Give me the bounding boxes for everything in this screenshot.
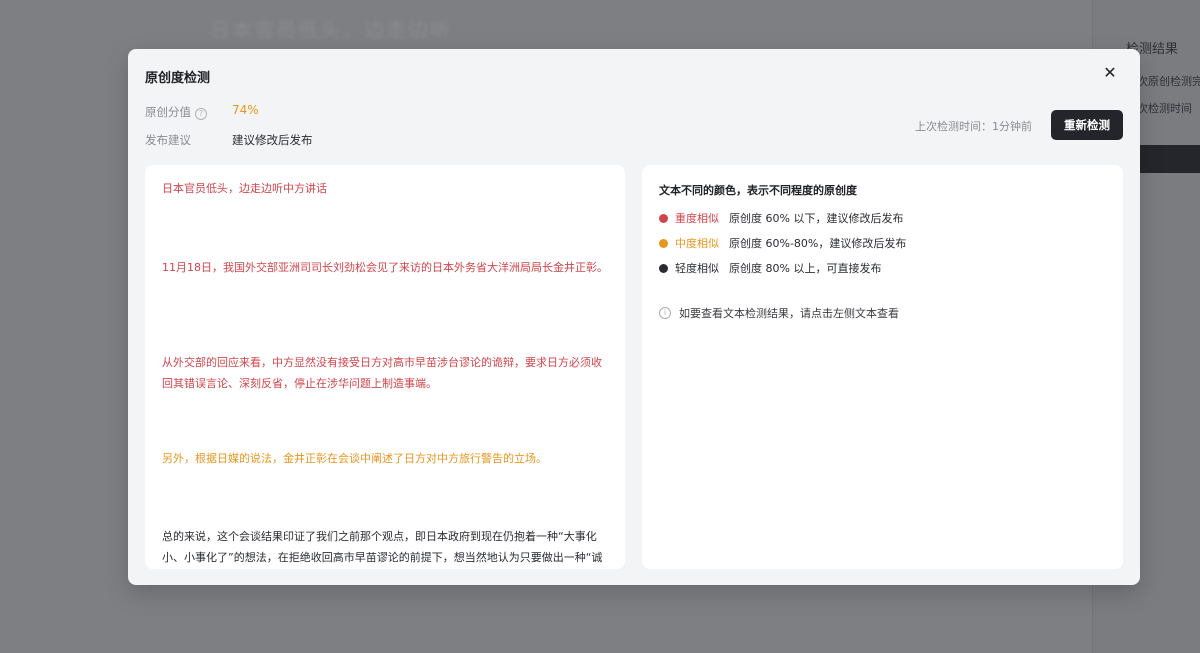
- legend-item-desc: 原创度 60% 以下，建议修改后发布: [729, 212, 904, 225]
- orange-dot-icon: [659, 238, 668, 248]
- advice-label: 发布建议: [145, 133, 191, 147]
- article-paragraph[interactable]: 从外交部的回应来看，中方显然没有接受日方对高市早苗涉台谬论的诡辩，要求日方必须收…: [162, 352, 608, 394]
- article-paragraph[interactable]: 另外，根据日媒的说法，金井正彰在会谈中阐述了日方对中方旅行警告的立场。: [162, 448, 608, 469]
- red-dot-icon: [659, 213, 668, 223]
- score-value: 74%: [232, 103, 259, 117]
- legend-item-mid: 中度相似 原创度 60%-80%，建议修改后发布: [659, 235, 906, 251]
- originality-check-modal: 原创度检测 ✕ 原创分值? 74% 发布建议 建议修改后发布 上次检测时间：1分…: [128, 49, 1140, 585]
- background-result-line: 次检测时间: [1137, 102, 1192, 115]
- legend-item-desc: 原创度 80% 以上，可直接发布: [729, 262, 882, 275]
- background-result-line: 次原创检测完: [1137, 75, 1200, 88]
- legend-item-light: 轻度相似 原创度 80% 以上，可直接发布: [659, 260, 881, 276]
- info-hint: i 如要查看文本检测结果，请点击左侧文本查看: [659, 305, 899, 321]
- advice-value: 建议修改后发布: [232, 133, 313, 147]
- legend-item-name: 中度相似: [675, 237, 719, 250]
- article-paragraph[interactable]: 日本官员低头，边走边听中方讲话: [162, 178, 608, 199]
- modal-title: 原创度检测: [145, 71, 211, 86]
- background-dark-bar: [1137, 145, 1200, 173]
- article-paragraph[interactable]: 总的来说，这个会谈结果印证了我们之前那个观点，即日本政府到现在仍抱着一种“大事化…: [162, 526, 608, 569]
- black-dot-icon: [659, 263, 668, 273]
- article-paragraph[interactable]: 11月18日，我国外交部亚洲司司长刘劲松会见了来访的日本外务省大洋洲局局长金井正…: [162, 257, 608, 278]
- last-check-time: 上次检测时间：1分钟前: [915, 120, 1032, 133]
- legend-title: 文本不同的颜色，表示不同程度的原创度: [659, 184, 857, 197]
- close-icon: ✕: [1103, 63, 1117, 82]
- score-label-row: 原创分值?: [145, 104, 207, 120]
- legend-item-desc: 原创度 60%-80%，建议修改后发布: [729, 237, 907, 250]
- help-icon[interactable]: ?: [195, 108, 207, 120]
- score-label: 原创分值: [145, 105, 191, 119]
- close-button[interactable]: ✕: [1101, 64, 1119, 82]
- legend-panel: 文本不同的颜色，表示不同程度的原创度 重度相似 原创度 60% 以下，建议修改后…: [642, 165, 1123, 569]
- article-text-panel[interactable]: 日本官员低头，边走边听中方讲话 11月18日，我国外交部亚洲司司长刘劲松会见了来…: [145, 165, 625, 569]
- info-icon: i: [659, 307, 671, 319]
- legend-item-name: 轻度相似: [675, 262, 719, 275]
- background-heading: 日本官员低头，边走边听: [210, 18, 452, 42]
- info-text: 如要查看文本检测结果，请点击左侧文本查看: [679, 307, 899, 320]
- legend-item-name: 重度相似: [675, 212, 719, 225]
- recheck-button[interactable]: 重新检测: [1051, 110, 1123, 140]
- legend-item-heavy: 重度相似 原创度 60% 以下，建议修改后发布: [659, 210, 903, 226]
